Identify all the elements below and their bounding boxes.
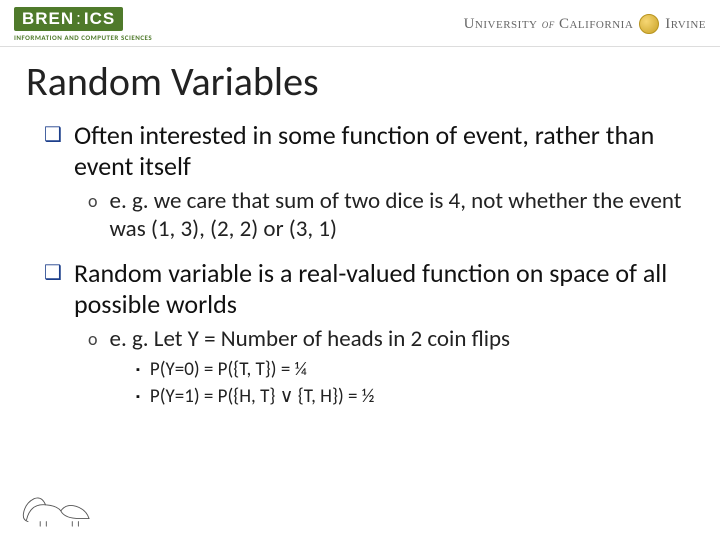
uni-irv: Irvine: [665, 16, 706, 33]
university-label: University of California Irvine: [464, 14, 706, 34]
bullet-level3: ▪ P(Y=1) = P({H, T} ∨ {T, H}) = ½: [136, 385, 690, 409]
uni-left: University: [464, 16, 538, 33]
small-square-bullet-icon: ▪: [136, 385, 140, 409]
bullet-level2: o e. g. we care that sum of two dice is …: [88, 188, 690, 243]
bullet-level2: o e. g. Let Y = Number of heads in 2 coi…: [88, 326, 690, 354]
bullet-text: P(Y=0) = P({T, T}) = ¼: [150, 358, 307, 382]
header-bar: BREN : ICS INFORMATION AND COMPUTER SCIE…: [0, 0, 720, 47]
bullet-level1: ❑ Random variable is a real-valued funct…: [44, 258, 690, 320]
uci-seal-icon: [639, 14, 659, 34]
uni-of: of: [542, 16, 555, 32]
bullet-text: Random variable is a real-valued functio…: [74, 258, 690, 320]
logo-subtitle: INFORMATION AND COMPUTER SCIENCES: [14, 33, 152, 42]
bullet-text: e. g. Let Y = Number of heads in 2 coin …: [110, 326, 511, 354]
square-bullet-icon: ❑: [44, 258, 62, 320]
bullet-level3: ▪ P(Y=0) = P({T, T}) = ¼: [136, 358, 690, 382]
slide-title: Random Variables: [26, 57, 720, 106]
logo-main: BREN: [22, 9, 74, 29]
logo-colon: :: [76, 9, 82, 29]
bullet-level1: ❑ Often interested in some function of e…: [44, 120, 690, 182]
bullet-text: Often interested in some function of eve…: [74, 120, 690, 182]
anteater-mascot-icon: [18, 488, 96, 530]
square-bullet-icon: ❑: [44, 120, 62, 182]
bren-logo: BREN : ICS: [14, 7, 123, 31]
bullet-text: e. g. we care that sum of two dice is 4,…: [110, 188, 691, 243]
slide-body: ❑ Often interested in some function of e…: [0, 120, 720, 409]
bren-logo-block: BREN : ICS INFORMATION AND COMPUTER SCIE…: [14, 7, 152, 42]
bullet-text: P(Y=1) = P({H, T} ∨ {T, H}) = ½: [150, 385, 375, 409]
circle-bullet-icon: o: [88, 188, 98, 243]
logo-suffix: ICS: [84, 9, 115, 29]
uni-cal: California: [559, 16, 633, 33]
circle-bullet-icon: o: [88, 326, 98, 354]
small-square-bullet-icon: ▪: [136, 358, 140, 382]
